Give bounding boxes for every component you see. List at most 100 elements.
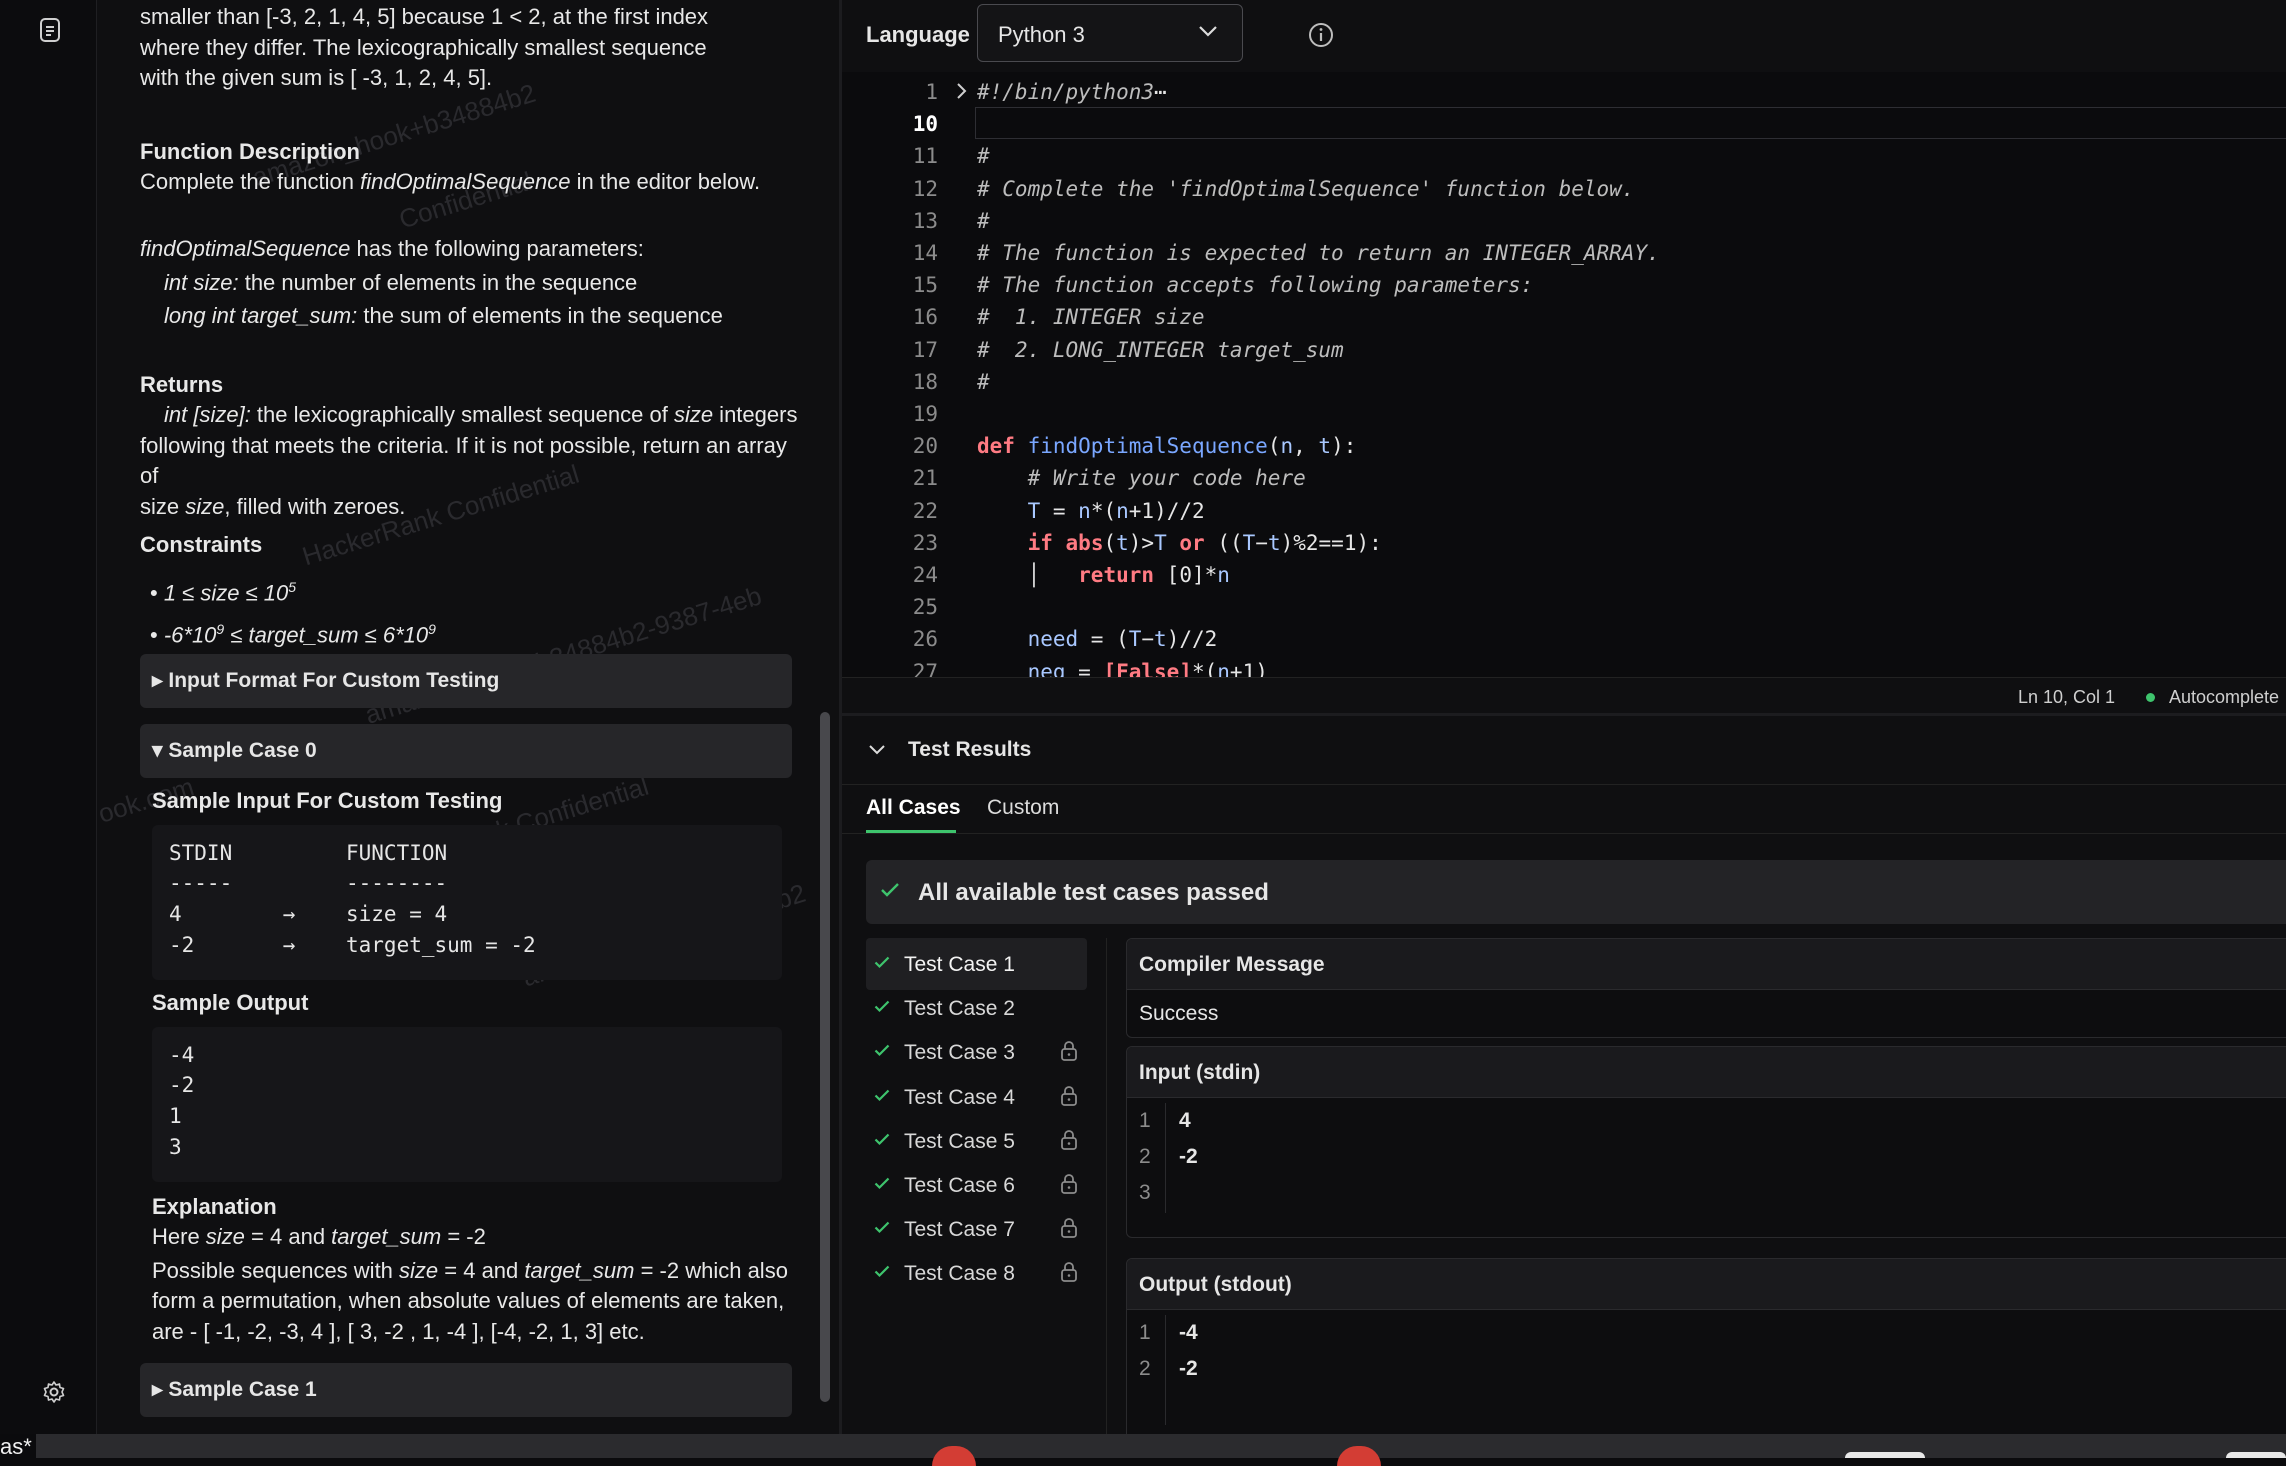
caret-right-icon: ▸ xyxy=(152,669,163,692)
line-number: 24 xyxy=(912,563,938,587)
code-text: │ return [0]*n xyxy=(977,563,1230,587)
accordion-label: Sample Case 0 xyxy=(168,739,317,762)
all-passed-text: All available test cases passed xyxy=(918,879,1269,906)
check-icon xyxy=(874,1000,890,1013)
test-case-label: Test Case 1 xyxy=(904,953,1015,976)
code-line: 14 # The function is expected to return a… xyxy=(842,237,2286,269)
param-size: int size: the number of elements in the … xyxy=(164,270,638,295)
code-line: 22 T = n*(n+1)//2 xyxy=(842,495,2286,527)
io-line-number: 3 xyxy=(1139,1181,1151,1204)
code-line: 17 # 2. LONG_INTEGER target_sum xyxy=(842,334,2286,366)
taskbar-text: as* xyxy=(0,1434,36,1460)
lock-icon xyxy=(1060,1217,1078,1239)
test-case-8[interactable]: Test Case 8 xyxy=(866,1247,1087,1299)
code-line: 1 #!/bin/python3⋯ xyxy=(842,76,2286,108)
code-line: 16 # 1. INTEGER size xyxy=(842,301,2286,333)
language-select[interactable]: Python 3 xyxy=(977,4,1243,62)
tab-custom[interactable]: Custom xyxy=(987,796,1059,820)
taskbar-white-icon[interactable] xyxy=(1845,1452,1925,1458)
explanation-heading: Explanation xyxy=(152,1194,277,1219)
params-intro: findOptimalSequence has the following pa… xyxy=(140,236,644,261)
lock-icon xyxy=(1060,1173,1078,1195)
code-line: -4 xyxy=(169,1043,195,1067)
line-number: 13 xyxy=(912,208,938,233)
line-number: 16 xyxy=(912,305,938,330)
explanation-text: Here size = 4 and target_sum = -2 Possib… xyxy=(152,1224,788,1344)
accordion-input-format[interactable]: ▸ Input Format For Custom Testing xyxy=(140,654,792,708)
code-text: if abs(t)>T or ((T−t)%2==1): xyxy=(1027,530,1382,555)
input-stdin-heading: Input (stdin) xyxy=(1139,1061,1261,1084)
autocomplete-toggle[interactable]: Autocomplete xyxy=(2169,687,2279,708)
code-line: -2 → target_sum = -2 xyxy=(169,933,536,957)
sample-input-heading: Sample Input For Custom Testing xyxy=(152,788,503,813)
autocomplete-status-dot xyxy=(2146,693,2155,702)
code-text: # Write your code here xyxy=(1027,466,1306,491)
problem-description-panel: amazon_hook+b34884b2 Confidential Hacker… xyxy=(97,0,839,1434)
code-text: # 1. INTEGER size xyxy=(977,305,1205,330)
line-number: 10 xyxy=(912,112,938,137)
check-icon xyxy=(874,1133,890,1146)
editor-toolbar: Language Python 3 xyxy=(842,0,2286,73)
sample-output-block: -4 -2 1 3 xyxy=(152,1027,782,1182)
lock-icon xyxy=(1060,1085,1078,1107)
function-description-text: Complete the function findOptimalSequenc… xyxy=(140,169,761,194)
test-case-label: Test Case 4 xyxy=(904,1085,1015,1109)
divider xyxy=(1106,938,1107,1438)
test-results-title: Test Results xyxy=(908,738,1032,761)
language-label: Language xyxy=(866,22,970,47)
output-stdout-pane: Output (stdout) 1 -4 2 -2 xyxy=(1126,1258,2286,1450)
io-line-value: 4 xyxy=(1179,1109,1191,1132)
accordion-sample-case-0[interactable]: ▾ Sample Case 0 xyxy=(140,724,792,778)
code-line: 12 # Complete the 'findOptimalSequence' f… xyxy=(842,173,2286,205)
code-line: 21 # Write your code here xyxy=(842,462,2286,494)
line-number: 14 xyxy=(912,241,938,265)
tab-all-cases[interactable]: All Cases xyxy=(866,796,961,820)
line-number: 27 xyxy=(912,659,938,677)
code-line: 27 neg = [False]*(n+1) xyxy=(842,656,2286,677)
io-line-number: 2 xyxy=(1139,1357,1151,1380)
lock-icon xyxy=(1060,1261,1078,1283)
lock-icon xyxy=(1060,1040,1078,1062)
output-stdout-heading: Output (stdout) xyxy=(1139,1273,1292,1296)
intro-line: where they differ. The lexicographically… xyxy=(140,34,707,60)
taskbar-white-icon[interactable] xyxy=(2226,1452,2286,1458)
function-description-heading: Function Description xyxy=(140,139,360,164)
accordion-label: Input Format For Custom Testing xyxy=(168,669,500,692)
accordion-sample-case-1[interactable]: ▸ Sample Case 1 xyxy=(140,1363,792,1417)
settings-gear-icon[interactable] xyxy=(42,1380,66,1404)
returns-heading: Returns xyxy=(140,372,224,397)
intro-line: smaller than [-3, 2, 1, 4, 5] because 1 … xyxy=(140,4,709,29)
divider xyxy=(842,784,2286,785)
code-text: # The function is expected to return an … xyxy=(977,241,1660,265)
caret-down-icon: ▾ xyxy=(152,739,163,762)
code-editor[interactable]: 1 #!/bin/python3⋯ 10 11 #12 # Complete the 'f… xyxy=(842,72,2286,677)
info-icon[interactable] xyxy=(1308,22,1334,48)
collapse-chevron-icon[interactable] xyxy=(868,744,886,756)
code-line: 23 if abs(t)>T or ((T−t)%2==1): xyxy=(842,527,2286,559)
line-number: 20 xyxy=(912,434,938,459)
test-case-label: Test Case 2 xyxy=(904,997,1015,1021)
code-text: T = n*(n+1)//2 xyxy=(1027,498,1205,523)
accordion-label: Sample Case 1 xyxy=(168,1378,317,1401)
line-number: 17 xyxy=(912,337,938,362)
problem-scrollbar[interactable] xyxy=(820,712,830,1402)
code-text: # 2. LONG_INTEGER target_sum xyxy=(977,337,1344,362)
io-line-value: -2 xyxy=(1179,1145,1198,1168)
code-line: 1 xyxy=(169,1104,182,1128)
io-line-number: 1 xyxy=(1139,1321,1151,1344)
all-passed-banner: All available test cases passed xyxy=(866,860,2286,924)
problem-list-icon[interactable] xyxy=(40,18,60,42)
test-case-label: Test Case 5 xyxy=(904,1129,1015,1153)
constraints-heading: Constraints xyxy=(140,532,263,557)
code-line: 25 xyxy=(842,591,2286,623)
check-icon xyxy=(880,882,900,898)
code-text: # Complete the 'findOptimalSequence' fun… xyxy=(977,176,1635,201)
io-line-number: 2 xyxy=(1139,1145,1151,1168)
compiler-message-pane: Compiler Message Success xyxy=(1126,938,2286,1038)
code-line: 24 │ return [0]*n xyxy=(842,559,2286,591)
code-line: 19 xyxy=(842,398,2286,430)
param-target-sum: long int target_sum: the sum of elements… xyxy=(164,303,723,328)
sample-output-heading: Sample Output xyxy=(152,990,309,1015)
test-case-label: Test Case 6 xyxy=(904,1174,1015,1197)
code-line: ----- -------- xyxy=(169,871,448,895)
